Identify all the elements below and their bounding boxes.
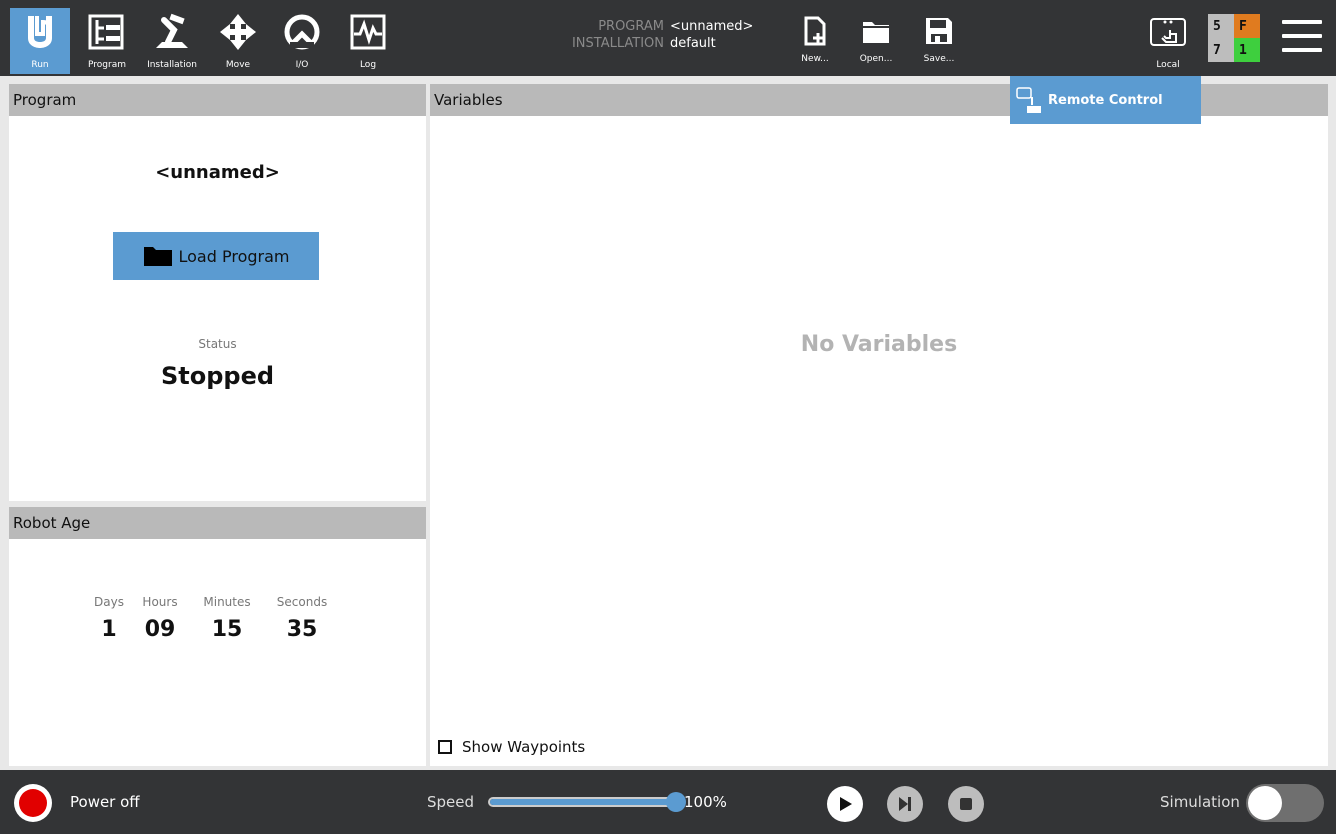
robot-age-panel: Robot Age Days Hours Minutes Seconds 1 0… xyxy=(9,507,426,766)
program-info: PROGRAM <unnamed> INSTALLATION default xyxy=(540,18,770,52)
robot-age-grid: Days Hours Minutes Seconds 1 09 15 35 xyxy=(89,595,341,642)
remote-control-label: Remote Control xyxy=(1048,92,1163,108)
status-label: Status xyxy=(198,337,237,351)
local-control-button[interactable]: Local xyxy=(1140,12,1196,70)
checkbox-box[interactable] xyxy=(438,740,452,754)
show-waypoints-checkbox[interactable]: Show Waypoints xyxy=(438,738,585,756)
new-button[interactable]: New... xyxy=(790,12,840,70)
program-panel: Program <unnamed> Load Program Status St… xyxy=(9,84,426,501)
nav-move[interactable]: Move xyxy=(208,8,268,74)
age-seconds-label: Seconds xyxy=(276,595,328,609)
save-button[interactable]: Save... xyxy=(914,12,964,70)
program-name: <unnamed> xyxy=(155,162,280,183)
age-days-label: Days xyxy=(94,595,124,609)
stop-icon xyxy=(960,798,972,810)
nav-run[interactable]: Run xyxy=(10,8,70,74)
nav-program-label: Program xyxy=(88,60,126,70)
status-cell-bottom-left: 7 xyxy=(1208,38,1234,62)
bottom-bar: Power off Speed 100% Simulation xyxy=(0,770,1336,834)
nav-io[interactable]: I/O xyxy=(272,8,332,74)
speed-value: 100% xyxy=(684,793,727,811)
local-control-label: Local xyxy=(1156,60,1180,70)
program-tree-icon xyxy=(88,14,124,50)
power-label[interactable]: Power off xyxy=(70,793,140,811)
power-button[interactable] xyxy=(14,784,52,822)
new-file-icon xyxy=(804,16,826,46)
folder-icon xyxy=(143,247,172,266)
age-minutes-label: Minutes xyxy=(203,595,251,609)
program-value: <unnamed> xyxy=(670,19,754,34)
age-minutes-value: 15 xyxy=(211,617,243,642)
nav-program[interactable]: Program xyxy=(76,8,136,74)
top-bar: Run Program Installation Move I/O Log PR… xyxy=(0,0,1336,76)
save-button-label: Save... xyxy=(923,54,955,64)
program-panel-header: Program xyxy=(9,84,426,116)
robot-age-header: Robot Age xyxy=(9,507,426,539)
folder-icon xyxy=(863,22,889,43)
nav-run-label: Run xyxy=(31,60,49,70)
simulation-toggle[interactable] xyxy=(1246,784,1324,822)
age-hours-label: Hours xyxy=(142,595,178,609)
local-control-icon xyxy=(1150,18,1186,46)
power-indicator-icon xyxy=(19,789,47,817)
open-button-label: Open... xyxy=(859,54,893,64)
simulation-toggle-knob xyxy=(1248,786,1282,820)
stop-button[interactable] xyxy=(948,786,984,822)
nav-log[interactable]: Log xyxy=(338,8,398,74)
age-days-value: 1 xyxy=(101,617,117,642)
status-cell-top-left: 5 xyxy=(1208,14,1234,38)
load-program-button[interactable]: Load Program xyxy=(113,232,319,280)
step-button[interactable] xyxy=(887,786,923,822)
log-chart-icon xyxy=(350,14,386,50)
variables-panel: Variables No Variables Show Waypoints xyxy=(430,84,1328,766)
speed-slider[interactable] xyxy=(488,792,686,812)
move-arrows-icon xyxy=(220,14,256,50)
io-gauge-icon xyxy=(284,14,320,50)
step-icon xyxy=(899,797,911,811)
play-icon xyxy=(840,797,852,811)
age-hours-value: 09 xyxy=(144,617,176,642)
status-grid[interactable]: 5 F 7 1 xyxy=(1208,14,1260,62)
installation-value: default xyxy=(670,36,716,51)
save-disk-icon xyxy=(926,18,952,44)
load-program-label: Load Program xyxy=(178,246,290,266)
robot-arm-icon xyxy=(156,13,188,48)
ur-logo-icon xyxy=(28,16,52,48)
nav-log-label: Log xyxy=(359,60,377,70)
show-waypoints-label: Show Waypoints xyxy=(462,738,586,756)
speed-label: Speed xyxy=(427,793,475,811)
status-value: Stopped xyxy=(160,362,275,390)
status-cell-bottom-right: 1 xyxy=(1234,38,1260,62)
remote-control-option[interactable]: Remote Control xyxy=(1010,76,1201,124)
remote-control-icon xyxy=(1016,87,1041,113)
program-key: PROGRAM xyxy=(598,19,664,34)
installation-key: INSTALLATION xyxy=(571,36,664,51)
nav-move-label: Move xyxy=(225,60,251,70)
age-seconds-value: 35 xyxy=(286,617,318,642)
nav-installation[interactable]: Installation xyxy=(142,8,202,74)
nav-installation-label: Installation xyxy=(147,60,197,70)
play-button[interactable] xyxy=(827,786,863,822)
simulation-label: Simulation xyxy=(1160,793,1240,811)
status-cell-top-right: F xyxy=(1234,14,1260,38)
no-variables-text: No Variables xyxy=(800,332,958,357)
hamburger-menu-icon[interactable] xyxy=(1282,20,1322,52)
new-button-label: New... xyxy=(801,54,829,64)
speed-slider-fill xyxy=(490,799,676,805)
nav-io-label: I/O xyxy=(295,60,309,70)
open-button[interactable]: Open... xyxy=(851,12,901,70)
speed-slider-knob[interactable] xyxy=(666,792,686,812)
